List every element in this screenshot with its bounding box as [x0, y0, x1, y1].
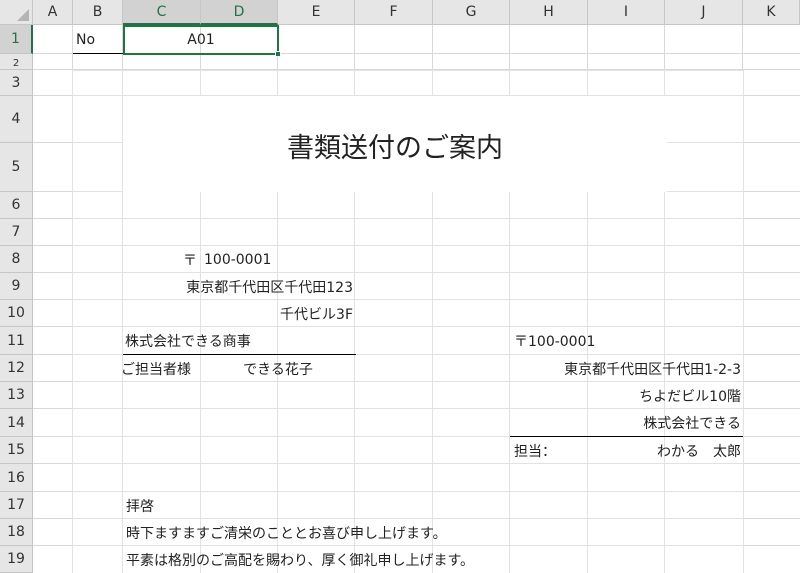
- cell-j12-sender-address[interactable]: 東京都千代田区千代田1-2-3: [512, 355, 741, 382]
- spreadsheet: ABCDEFGHIJK 1 2 3 4 5 6 7 8 9 10 11 12 13 14 15 16 17 18 1…: [0, 0, 800, 573]
- row-header-8[interactable]: 8: [0, 246, 33, 273]
- cell-j14-sender-company[interactable]: 株式会社できる: [512, 409, 741, 436]
- row-header-3[interactable]: 3: [0, 70, 33, 96]
- cell-c12-honorific[interactable]: ご担当者様: [121, 355, 201, 382]
- column-header-i[interactable]: I: [588, 0, 665, 25]
- column-header-h[interactable]: H: [510, 0, 588, 25]
- row-header-7[interactable]: 7: [0, 219, 33, 246]
- row-header-16[interactable]: 16: [0, 464, 33, 492]
- gridline-segment: [122, 70, 123, 96]
- select-all-corner[interactable]: [0, 0, 33, 25]
- gridline-segment: [664, 70, 665, 96]
- sender-underline: [510, 436, 743, 437]
- cell-b1-bottom-border: [73, 53, 124, 54]
- row-header-15[interactable]: 15: [0, 437, 33, 464]
- column-header-b[interactable]: B: [73, 0, 123, 25]
- row-header-17[interactable]: 17: [0, 492, 33, 519]
- cell-c17-greeting[interactable]: 拝啓: [126, 492, 326, 519]
- row-header-14[interactable]: 14: [0, 409, 33, 437]
- gridline-segment: [509, 70, 510, 96]
- row-header-13[interactable]: 13: [0, 382, 33, 409]
- column-header-c[interactable]: C: [123, 0, 201, 25]
- column-header-a[interactable]: A: [33, 0, 73, 25]
- row-header-1[interactable]: 1: [0, 25, 33, 54]
- cell-d12-recipient[interactable]: できる花子: [201, 355, 355, 382]
- row-header-5[interactable]: 5: [0, 143, 33, 192]
- cell-c18-line[interactable]: 時下ますますご清栄のこととお喜び申し上げます。: [126, 519, 626, 546]
- gridline-segment: [354, 70, 355, 96]
- gridline-segment: [354, 192, 355, 573]
- gridline-segment: [509, 192, 510, 573]
- cell-h11-sender-postal[interactable]: 〒100-0001: [514, 327, 714, 354]
- column-header-k[interactable]: K: [743, 0, 800, 25]
- cell-c8-postal-mark[interactable]: 〒: [124, 246, 197, 273]
- cell-j15-contact-name[interactable]: わかる 太郎: [590, 437, 741, 464]
- select-all-triangle-icon: [17, 9, 29, 21]
- gridline-segment: [200, 70, 201, 96]
- fill-handle[interactable]: [275, 51, 281, 57]
- cell-h15-contact-label[interactable]: 担当：: [514, 437, 588, 464]
- cell-b1[interactable]: No: [76, 26, 122, 53]
- row-header-6[interactable]: 6: [0, 192, 33, 219]
- recipient-underline: [123, 354, 356, 355]
- gridline-segment: [432, 192, 433, 573]
- gridline-segment: [72, 70, 744, 71]
- column-header-g[interactable]: G: [433, 0, 510, 25]
- gridline-segment: [73, 218, 743, 219]
- cell-j13-sender-building[interactable]: ちよだビル10階: [512, 382, 741, 409]
- row-header-18[interactable]: 18: [0, 519, 33, 546]
- gridline-segment: [587, 70, 588, 96]
- column-header-j[interactable]: J: [665, 0, 743, 25]
- row-header-19[interactable]: 19: [0, 546, 33, 573]
- gridline-segment: [743, 70, 744, 573]
- row-header-11[interactable]: 11: [0, 327, 33, 355]
- cell-c11-company[interactable]: 株式会社できる商事: [125, 327, 354, 354]
- cell-d8-postal-code[interactable]: 100-0001: [204, 246, 354, 273]
- row-header-12[interactable]: 12: [0, 355, 33, 382]
- column-header-f[interactable]: F: [355, 0, 433, 25]
- gridline-segment: [72, 70, 73, 573]
- row-header-10[interactable]: 10: [0, 300, 33, 327]
- document-title[interactable]: 書類送付のご案内: [123, 120, 667, 170]
- gridline-segment: [667, 142, 743, 143]
- column-header-e[interactable]: E: [278, 0, 355, 25]
- row-header-9[interactable]: 9: [0, 273, 33, 300]
- cell-e10-building[interactable]: 千代ビル3F: [124, 300, 353, 327]
- cell-e9-address[interactable]: 東京都千代田区千代田123: [124, 273, 353, 300]
- gridline-segment: [122, 192, 123, 573]
- active-cell-selection[interactable]: [123, 25, 279, 55]
- cell-c19-line[interactable]: 平素は格別のご高配を賜わり、厚く御礼申し上げます。: [126, 546, 646, 573]
- row-header-4[interactable]: 4: [0, 96, 33, 143]
- gridline-segment: [277, 70, 278, 96]
- gridline-segment: [73, 142, 123, 143]
- gridline-segment: [432, 70, 433, 96]
- row-header-2[interactable]: 2: [0, 54, 33, 70]
- column-header-d[interactable]: D: [201, 0, 278, 25]
